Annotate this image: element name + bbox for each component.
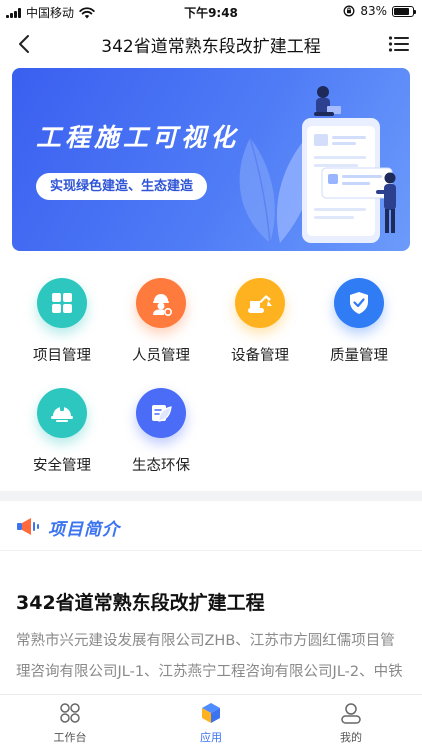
tab-label: 应用 [200, 731, 222, 744]
user-icon [311, 701, 391, 725]
tab-label: 我的 [340, 731, 362, 744]
grid-item-eco-protection[interactable]: 生态环保 [111, 388, 211, 475]
section-title: 项目简介 [48, 520, 120, 540]
banner[interactable]: 工程施工可视化 实现绿色建造、生态建造 [12, 68, 410, 251]
banner-title: 工程施工可视化 [36, 123, 240, 152]
menu-button[interactable] [386, 31, 412, 57]
battery-percent: 83% [360, 4, 387, 18]
project-description: 常熟市兴元建设发展有限公司ZHB、江苏市方圆红儒项目管理咨询有限公司JL-1、江… [16, 633, 403, 696]
grid-item-project-management[interactable]: 项目管理 [12, 278, 112, 365]
grid-item-equipment-management[interactable]: 设备管理 [210, 278, 310, 365]
grid-item-personnel-management[interactable]: 人员管理 [111, 278, 211, 365]
grid-label: 设备管理 [231, 348, 289, 364]
tab-bar: 工作台 应用 我的 [0, 694, 422, 750]
battery-icon [392, 5, 416, 17]
worker-icon [136, 278, 186, 328]
shield-check-icon [334, 278, 384, 328]
banner-subtitle: 实现绿色建造、生态建造 [36, 173, 208, 200]
page-title: 342省道常熟东段改扩建工程 [101, 37, 321, 57]
excavator-icon [235, 278, 285, 328]
grid-label: 生态环保 [132, 458, 190, 474]
apps-cube-icon [171, 701, 251, 725]
megaphone-icon [17, 518, 39, 535]
grid-item-quality-management[interactable]: 质量管理 [309, 278, 409, 365]
grid-label: 安全管理 [33, 458, 91, 474]
tab-apps[interactable]: 应用 [171, 701, 251, 745]
section-header: 项目简介 [0, 501, 422, 551]
project-title: 342省道常熟东段改扩建工程 [16, 592, 265, 614]
grid-item-safety-management[interactable]: 安全管理 [12, 388, 112, 475]
status-right: 83% [343, 4, 416, 18]
workbench-icon [30, 701, 110, 725]
orientation-lock-icon [343, 5, 355, 17]
list-menu-icon [388, 36, 409, 52]
safety-helmet-icon [37, 388, 87, 438]
chevron-left-icon [19, 35, 29, 53]
banner-illustration [239, 86, 396, 244]
tab-mine[interactable]: 我的 [311, 701, 391, 745]
grid-label: 项目管理 [33, 348, 91, 364]
nav-bar: 342省道常熟东段改扩建工程 [0, 22, 422, 66]
grid-squares-icon [37, 278, 87, 328]
tab-workbench[interactable]: 工作台 [30, 701, 110, 745]
leaf-icon [136, 388, 186, 438]
back-button[interactable] [10, 30, 38, 58]
grid-label: 质量管理 [330, 348, 388, 364]
status-bar: 中国移动 下午9:48 83% [0, 0, 422, 22]
section-divider [0, 491, 422, 501]
tab-label: 工作台 [53, 731, 87, 744]
grid-label: 人员管理 [132, 348, 190, 364]
